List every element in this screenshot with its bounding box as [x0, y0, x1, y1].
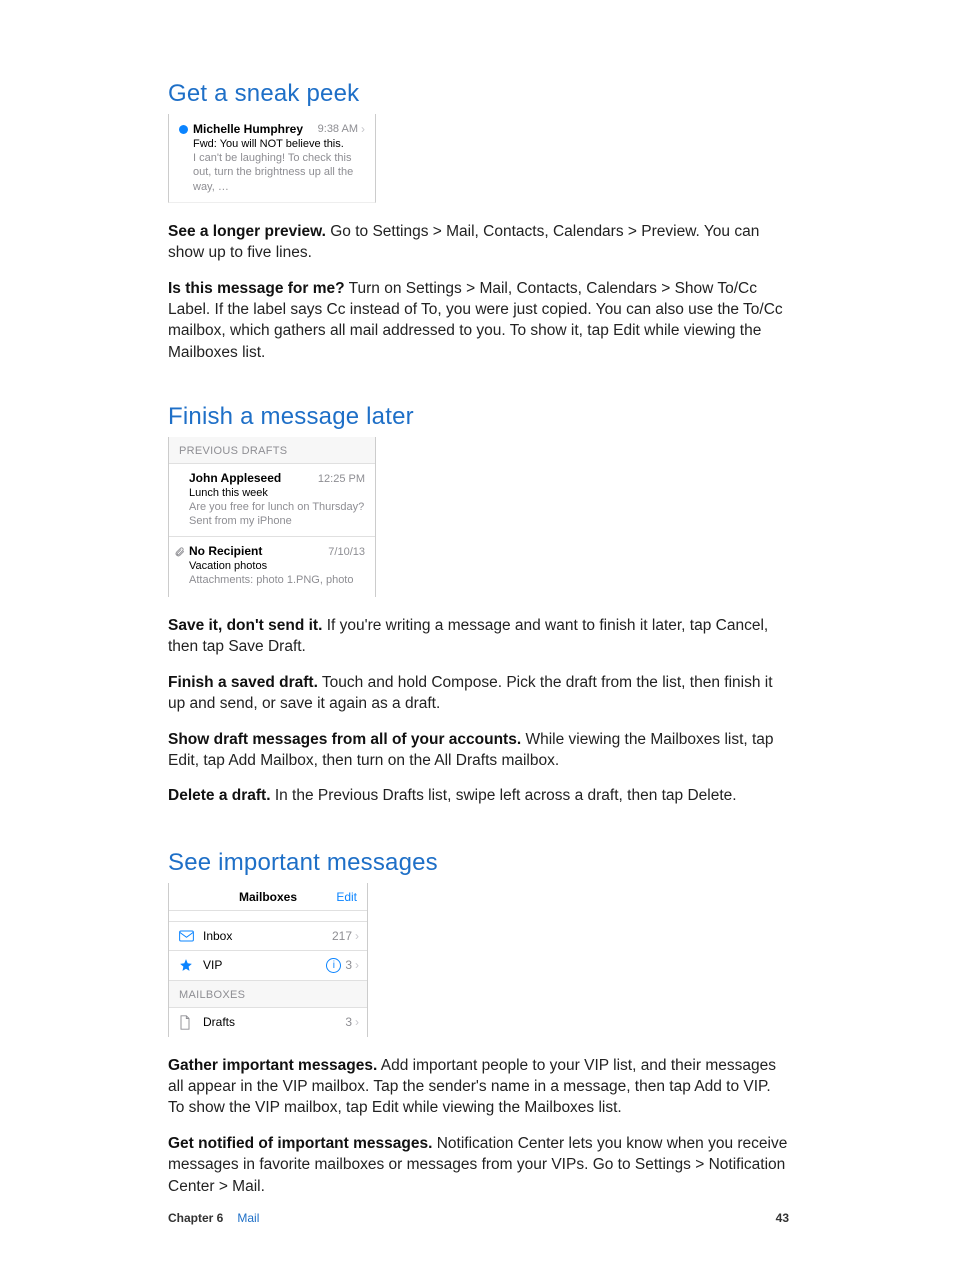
mailboxes-section-header: MAILBOXES — [169, 981, 367, 1008]
heading-finish-later: Finish a message later — [168, 403, 789, 431]
bold-lead: See a longer preview. — [168, 223, 326, 240]
draft-from: No Recipient — [189, 544, 328, 558]
unread-dot-icon — [179, 125, 188, 134]
draft-from: John Appleseed — [189, 471, 318, 485]
para-show-draft-all-accounts: Show draft messages from all of your acc… — [168, 729, 789, 772]
mailboxes-title: Mailboxes — [239, 890, 297, 904]
bold-lead: Is this message for me? — [168, 280, 345, 297]
para-is-this-for-me: Is this message for me? Turn on Settings… — [168, 278, 789, 364]
inbox-icon — [179, 930, 197, 942]
edit-button[interactable]: Edit — [297, 890, 357, 904]
draft-cell[interactable]: John Appleseed 12:25 PM Lunch this week … — [169, 464, 375, 537]
draft-preview: Are you free for lunch on Thursday? Sent… — [189, 500, 365, 529]
heading-sneak-peek: Get a sneak peek — [168, 80, 789, 108]
blank-row — [169, 911, 367, 922]
drafts-icon — [179, 1015, 197, 1030]
previous-drafts-card: PREVIOUS DRAFTS John Appleseed 12:25 PM … — [168, 437, 376, 597]
mailbox-label: Inbox — [203, 929, 332, 943]
chevron-right-icon: › — [355, 929, 359, 943]
chevron-right-icon: › — [355, 958, 359, 972]
paperclip-icon — [174, 546, 185, 558]
bold-lead: Finish a saved draft. — [168, 674, 318, 691]
preview-time: 9:38 AM — [318, 123, 358, 135]
preview-body: I can't be laughing! To check this out, … — [193, 151, 365, 194]
para-save-dont-send: Save it, don't send it. If you're writin… — [168, 615, 789, 658]
mailbox-count: 3 — [345, 1015, 352, 1029]
draft-time: 7/10/13 — [328, 546, 365, 558]
mailbox-row-vip[interactable]: VIP i 3 › — [169, 951, 367, 981]
mailbox-row-inbox[interactable]: Inbox 217 › — [169, 922, 367, 951]
page-footer: Chapter 6 Mail 43 — [168, 1211, 789, 1225]
footer-chapter-title: Mail — [237, 1211, 259, 1225]
footer-page-number: 43 — [776, 1211, 789, 1225]
para-rest: In the Previous Drafts list, swipe left … — [271, 787, 737, 804]
bold-lead: Get notified of important messages. — [168, 1135, 432, 1152]
mailbox-count: 217 — [332, 929, 352, 943]
preview-sender: Michelle Humphrey — [193, 122, 318, 136]
draft-subject: Vacation photos — [189, 560, 365, 572]
mailbox-label: Drafts — [203, 1015, 345, 1029]
draft-time: 12:25 PM — [318, 473, 365, 485]
draft-preview: Attachments: photo 1.PNG, photo — [189, 573, 365, 587]
mailbox-count: 3 — [345, 958, 352, 972]
mailboxes-card: Mailboxes Edit Inbox 217 › VIP i 3 › — [168, 883, 368, 1037]
para-get-notified: Get notified of important messages. Noti… — [168, 1133, 789, 1197]
draft-subject: Lunch this week — [189, 487, 365, 499]
mailbox-row-drafts[interactable]: Drafts 3 › — [169, 1008, 367, 1037]
draft-cell[interactable]: No Recipient 7/10/13 Vacation photos Att… — [169, 537, 375, 597]
chevron-right-icon: › — [361, 122, 365, 136]
bold-lead: Show draft messages from all of your acc… — [168, 731, 521, 748]
drafts-group-header: PREVIOUS DRAFTS — [169, 437, 375, 464]
para-gather-important: Gather important messages. Add important… — [168, 1055, 789, 1119]
heading-see-important: See important messages — [168, 849, 789, 877]
bold-lead: Save it, don't send it. — [168, 617, 322, 634]
bold-lead: Delete a draft. — [168, 787, 271, 804]
info-icon[interactable]: i — [326, 958, 341, 973]
para-delete-draft: Delete a draft. In the Previous Drafts l… — [168, 785, 789, 806]
bold-lead: Gather important messages. — [168, 1057, 377, 1074]
preview-subject: Fwd: You will NOT believe this. — [193, 138, 365, 150]
para-see-longer-preview: See a longer preview. Go to Settings > M… — [168, 221, 789, 264]
chevron-right-icon: › — [355, 1015, 359, 1029]
mail-preview-card: Michelle Humphrey 9:38 AM › Fwd: You wil… — [168, 114, 376, 203]
mailbox-label: VIP — [203, 958, 326, 972]
footer-chapter: Chapter 6 — [168, 1211, 223, 1225]
star-icon — [179, 958, 197, 972]
para-finish-saved-draft: Finish a saved draft. Touch and hold Com… — [168, 672, 789, 715]
